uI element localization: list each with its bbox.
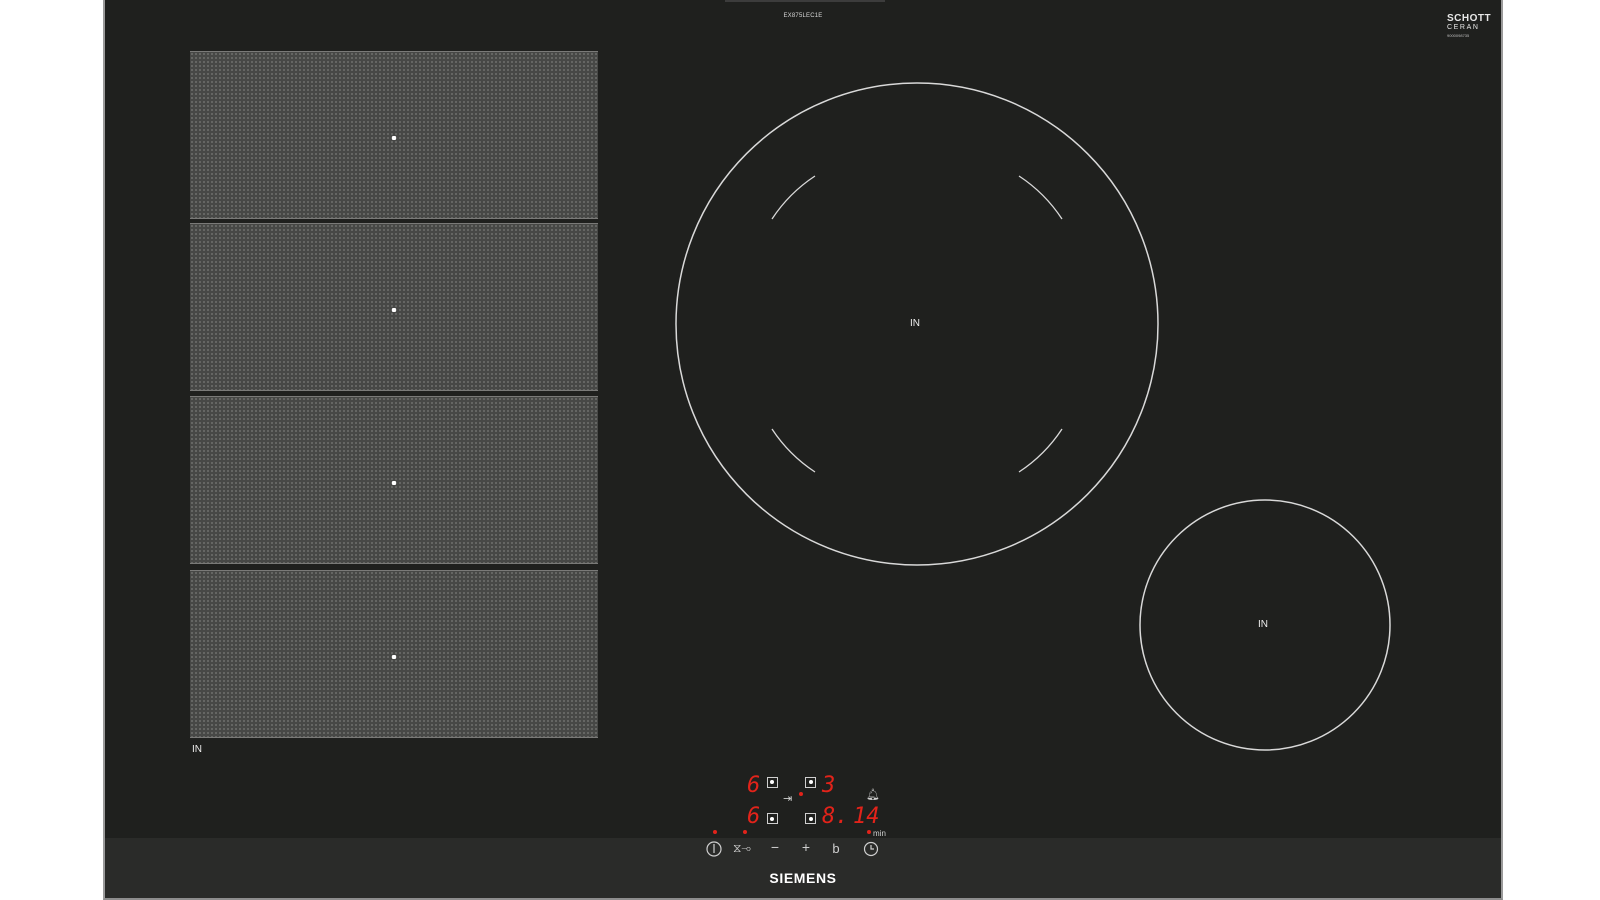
small-zone-label: IN — [1258, 619, 1268, 630]
minus-button[interactable]: − — [768, 840, 782, 854]
large-zone-inner-arc — [1018, 428, 1063, 473]
cooktop-glass: EX875LEC1E SCHOTT CERAN 9000098735 IN IN… — [103, 0, 1503, 900]
indicator-dot — [799, 792, 803, 796]
child-lock-icon[interactable]: ⧖⊸ — [733, 842, 751, 854]
timer-display: 14 — [853, 804, 880, 829]
zone-rear-left-icon — [767, 777, 778, 788]
flex-link-icon[interactable]: ⇥ — [783, 794, 792, 805]
indicator-dot — [743, 830, 747, 834]
large-zone-inner-arc — [771, 428, 816, 473]
power-level-front-left: 6 — [747, 804, 761, 829]
indicator-dot — [713, 830, 717, 834]
boost-button[interactable]: b — [830, 842, 842, 855]
power-icon[interactable] — [705, 840, 723, 858]
bell-icon: 🔔︎ — [866, 789, 880, 801]
large-zone-label: IN — [910, 318, 920, 329]
round-zones — [675, 82, 1391, 751]
plus-button[interactable]: + — [799, 840, 813, 854]
brand-logo: SIEMENS — [769, 870, 837, 886]
power-level-rear-right: 3 — [822, 773, 836, 798]
zone-front-left-icon — [767, 813, 778, 824]
indicator-dot — [867, 830, 871, 834]
zone-rear-right-icon — [805, 777, 816, 788]
clock-icon[interactable] — [862, 840, 880, 858]
power-level-rear-left: 6 — [747, 773, 761, 798]
power-level-front-right: 8. — [822, 804, 849, 829]
large-zone-inner-arc — [1018, 175, 1063, 220]
large-zone-inner-arc — [771, 175, 816, 220]
zone-front-right-icon — [805, 813, 816, 824]
timer-unit: min — [873, 829, 886, 838]
